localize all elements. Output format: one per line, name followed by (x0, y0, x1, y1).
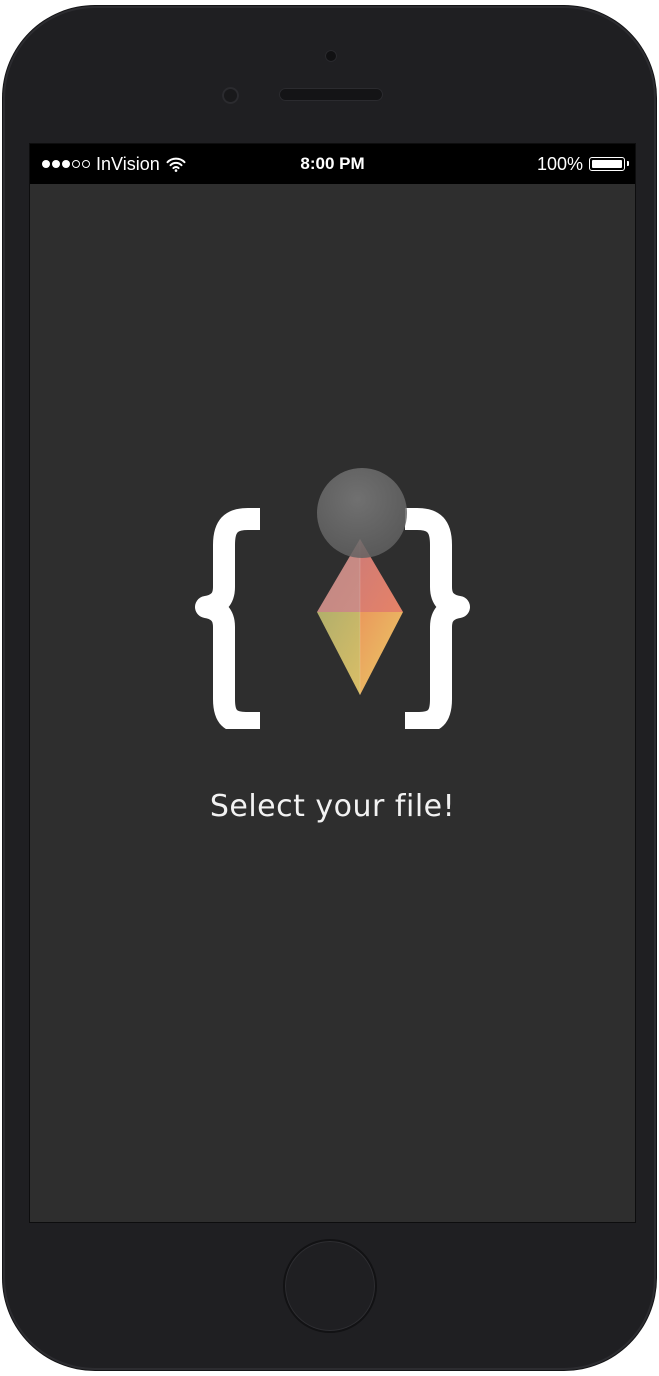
proximity-sensor (222, 87, 239, 104)
left-brace (195, 508, 260, 729)
status-bar-right: 100% (536, 154, 629, 174)
app-screen: InVision 8:00 PM 100% Select your file! (30, 144, 635, 1222)
front-camera (325, 50, 337, 62)
select-file-prompt[interactable]: Select your file! (30, 789, 635, 824)
battery-icon (589, 157, 629, 171)
battery-fill (592, 160, 622, 168)
status-bar: InVision 8:00 PM 100% (30, 144, 635, 184)
right-brace (405, 508, 470, 729)
curly-braces-crystal-logo (195, 468, 470, 729)
home-button[interactable] (283, 1239, 377, 1333)
battery-tip (626, 161, 629, 166)
phone-frame: InVision 8:00 PM 100% Select your file! (3, 6, 656, 1370)
earpiece-speaker (279, 88, 383, 101)
sphere-shape (317, 468, 407, 558)
battery-percentage: 100% (536, 154, 583, 174)
crystal-shape (317, 539, 403, 695)
